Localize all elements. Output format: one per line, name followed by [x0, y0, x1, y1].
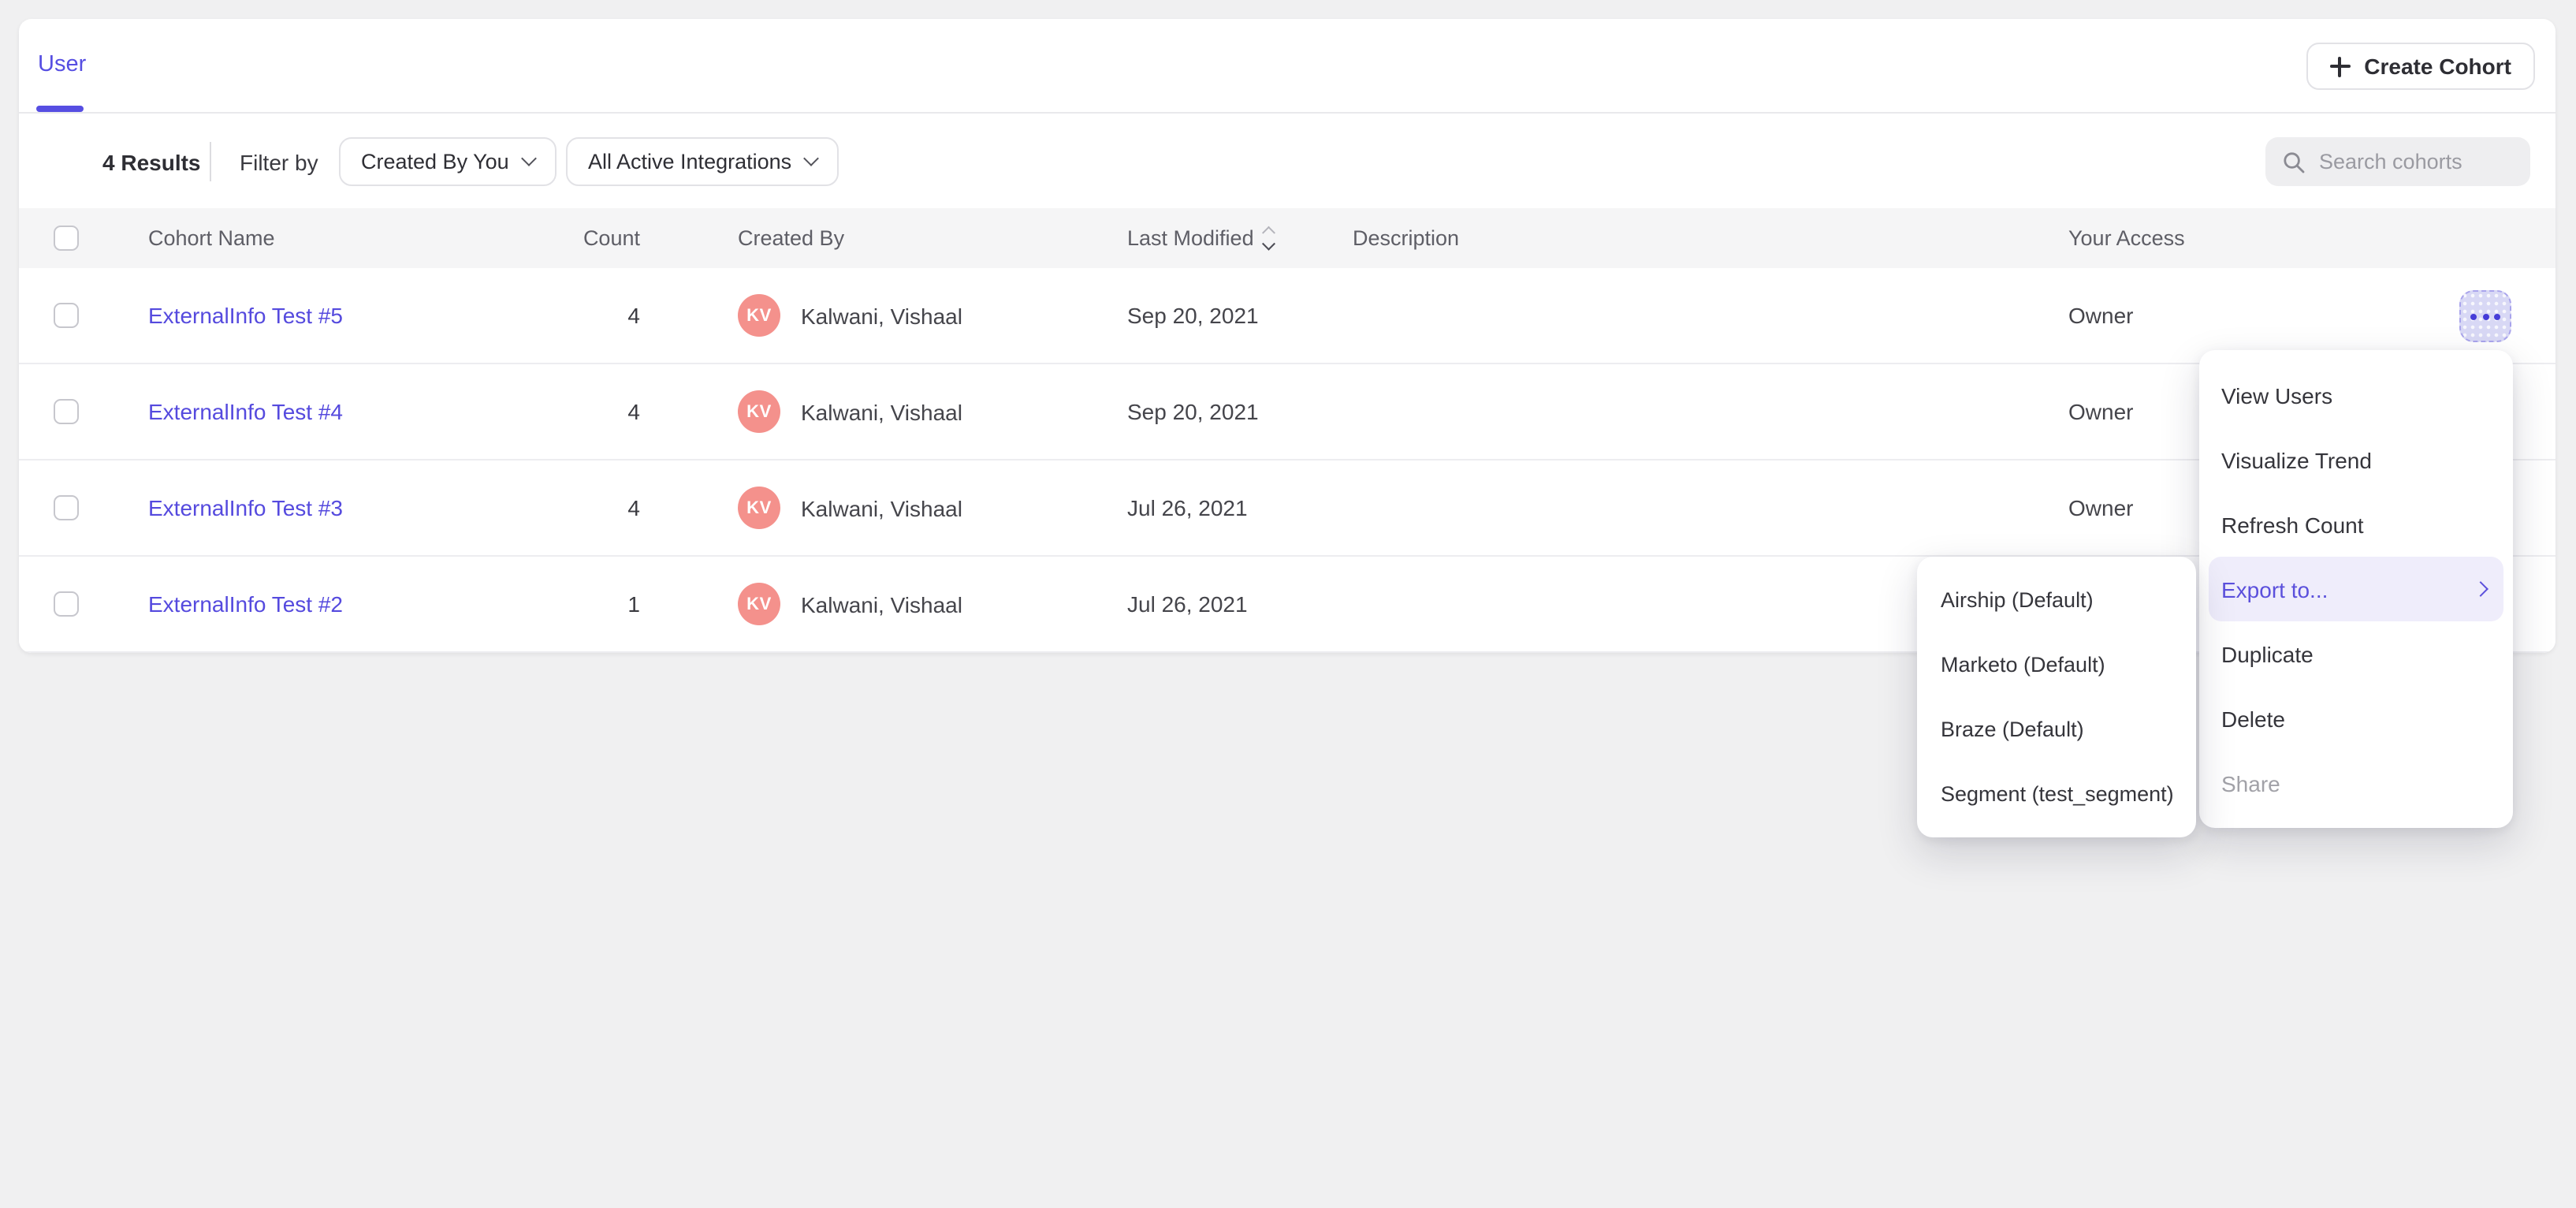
- create-cohort-label: Create Cohort: [2364, 54, 2511, 79]
- access-value: Owner: [2068, 399, 2133, 424]
- created-by-name: Kalwani, Vishaal: [801, 399, 962, 424]
- cohort-name-link[interactable]: ExternalInfo Test #5: [148, 303, 343, 328]
- export-submenu: Airship (Default) Marketo (Default) Braz…: [1917, 557, 2196, 837]
- chevron-right-icon: [2473, 581, 2489, 597]
- menu-item-refresh-count[interactable]: Refresh Count: [2199, 492, 2513, 557]
- last-modified-label: Last Modified: [1127, 226, 1254, 250]
- plus-icon: [2329, 56, 2350, 76]
- avatar: KV: [738, 487, 780, 529]
- menu-item-visualize-trend[interactable]: Visualize Trend: [2199, 427, 2513, 492]
- created-by-filter-dropdown[interactable]: Created By You: [339, 137, 557, 186]
- toolbar: 4 Results Filter by Created By You All A…: [19, 114, 2556, 208]
- created-by-name: Kalwani, Vishaal: [801, 303, 962, 328]
- export-to-label: Export to...: [2221, 576, 2328, 602]
- cohort-name-link[interactable]: ExternalInfo Test #4: [148, 399, 343, 424]
- menu-item-share: Share: [2199, 751, 2513, 815]
- cohort-count: 4: [527, 495, 640, 520]
- create-cohort-button[interactable]: Create Cohort: [2306, 43, 2535, 90]
- created-by-name: Kalwani, Vishaal: [801, 495, 962, 520]
- sort-arrows-icon[interactable]: [1265, 229, 1274, 248]
- toolbar-divider: [210, 142, 211, 181]
- cohort-count: 1: [527, 591, 640, 617]
- access-value: Owner: [2068, 303, 2133, 328]
- active-tab-indicator: [36, 106, 84, 112]
- column-header-last-modified[interactable]: Last Modified: [1127, 226, 1274, 250]
- cohort-count: 4: [527, 399, 640, 424]
- created-by-name: Kalwani, Vishaal: [801, 591, 962, 617]
- avatar: KV: [738, 583, 780, 625]
- search-input[interactable]: [2319, 150, 2513, 173]
- menu-item-duplicate[interactable]: Duplicate: [2199, 621, 2513, 686]
- column-header-your-access[interactable]: Your Access: [2068, 226, 2185, 250]
- avatar: KV: [738, 390, 780, 433]
- last-modified-date: Sep 20, 2021: [1127, 399, 1259, 424]
- last-modified-date: Jul 26, 2021: [1127, 495, 1248, 520]
- results-count: 4 Results: [102, 150, 201, 175]
- last-modified-date: Sep 20, 2021: [1127, 303, 1259, 328]
- chevron-down-icon: [521, 151, 537, 166]
- ellipsis-icon: [2470, 313, 2477, 319]
- row-checkbox[interactable]: [54, 399, 79, 424]
- row-checkbox[interactable]: [54, 591, 79, 617]
- chevron-down-icon: [803, 151, 819, 166]
- row-actions-button[interactable]: [2459, 290, 2511, 342]
- table-header: Cohort Name Count Created By Last Modifi…: [19, 208, 2556, 268]
- menu-item-view-users[interactable]: View Users: [2199, 363, 2513, 427]
- cohort-name-link[interactable]: ExternalInfo Test #3: [148, 495, 343, 520]
- filter-by-label: Filter by: [240, 150, 318, 175]
- submenu-item-airship[interactable]: Airship (Default): [1917, 568, 2196, 632]
- integrations-filter-dropdown[interactable]: All Active Integrations: [566, 137, 839, 186]
- column-header-description[interactable]: Description: [1353, 226, 1459, 250]
- column-header-cohort-name[interactable]: Cohort Name: [148, 226, 275, 250]
- submenu-item-braze[interactable]: Braze (Default): [1917, 697, 2196, 762]
- table-row: ExternalInfo Test #4 4 KV Kalwani, Visha…: [19, 364, 2556, 460]
- last-modified-date: Jul 26, 2021: [1127, 591, 1248, 617]
- submenu-item-marketo[interactable]: Marketo (Default): [1917, 632, 2196, 697]
- column-header-count[interactable]: Count: [527, 226, 640, 250]
- avatar: KV: [738, 294, 780, 337]
- tab-user[interactable]: User: [38, 52, 86, 77]
- row-checkbox[interactable]: [54, 495, 79, 520]
- sort-desc-arrow: [1263, 237, 1275, 250]
- integrations-filter-value: All Active Integrations: [588, 150, 791, 173]
- tab-bar: User Create Cohort: [19, 19, 2556, 114]
- menu-item-delete[interactable]: Delete: [2199, 686, 2513, 751]
- row-checkbox[interactable]: [54, 303, 79, 328]
- search-box[interactable]: [2265, 137, 2530, 186]
- cohort-name-link[interactable]: ExternalInfo Test #2: [148, 591, 343, 617]
- access-value: Owner: [2068, 495, 2133, 520]
- menu-item-export-to[interactable]: Export to...: [2209, 557, 2503, 621]
- page: User Create Cohort 4 Results Filter by C…: [0, 0, 2576, 1208]
- cohort-count: 4: [527, 303, 640, 328]
- submenu-item-segment[interactable]: Segment (test_segment): [1917, 762, 2196, 826]
- select-all-checkbox[interactable]: [54, 226, 79, 251]
- table-row: ExternalInfo Test #3 4 KV Kalwani, Visha…: [19, 460, 2556, 557]
- column-header-created-by[interactable]: Created By: [738, 226, 844, 250]
- search-icon: [2283, 151, 2305, 173]
- created-by-filter-value: Created By You: [361, 150, 509, 173]
- row-actions-menu: View Users Visualize Trend Refresh Count…: [2199, 350, 2513, 828]
- table-row: ExternalInfo Test #5 4 KV Kalwani, Visha…: [19, 268, 2556, 364]
